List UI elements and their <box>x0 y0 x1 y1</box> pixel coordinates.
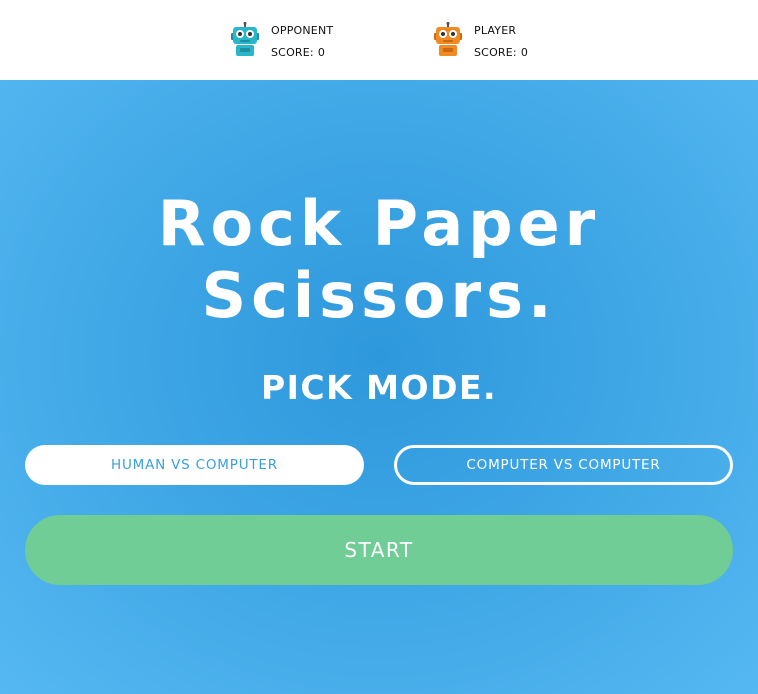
game-stage: Rock Paper Scissors. PICK MODE. HUMAN VS… <box>0 80 758 694</box>
player-score-block: PLAYER SCORE: 0 <box>433 20 528 64</box>
game-title-line-1: Rock Paper <box>157 187 601 260</box>
opponent-score-text: OPPONENT SCORE: 0 <box>271 20 333 64</box>
human-vs-computer-button[interactable]: HUMAN VS COMPUTER <box>25 445 364 485</box>
game-title: Rock Paper Scissors. <box>0 188 758 332</box>
opponent-score-line: SCORE: 0 <box>271 42 333 64</box>
player-robot-icon <box>434 22 462 56</box>
opponent-label: OPPONENT <box>271 24 334 37</box>
score-header: OPPONENT SCORE: 0 PLAYER SCORE: 0 <box>0 0 758 80</box>
player-score-text: PLAYER SCORE: 0 <box>474 20 528 64</box>
start-button[interactable]: START <box>25 515 733 585</box>
player-score-label: SCORE: <box>474 46 517 59</box>
pick-mode-heading: PICK MODE. <box>260 368 498 407</box>
player-score-line: SCORE: 0 <box>474 42 528 64</box>
opponent-score-block: OPPONENT SCORE: 0 <box>230 20 333 64</box>
computer-vs-computer-button[interactable]: COMPUTER VS COMPUTER <box>394 445 733 485</box>
opponent-score-label: SCORE: <box>271 46 314 59</box>
opponent-robot-icon <box>231 22 259 56</box>
player-score-value: 0 <box>520 46 529 59</box>
opponent-score-value: 0 <box>317 46 326 59</box>
player-label: PLAYER <box>474 24 517 37</box>
game-title-line-2: Scissors. <box>201 259 557 332</box>
game-page: OPPONENT SCORE: 0 PLAYER SCORE: 0 Rock P… <box>0 0 758 694</box>
